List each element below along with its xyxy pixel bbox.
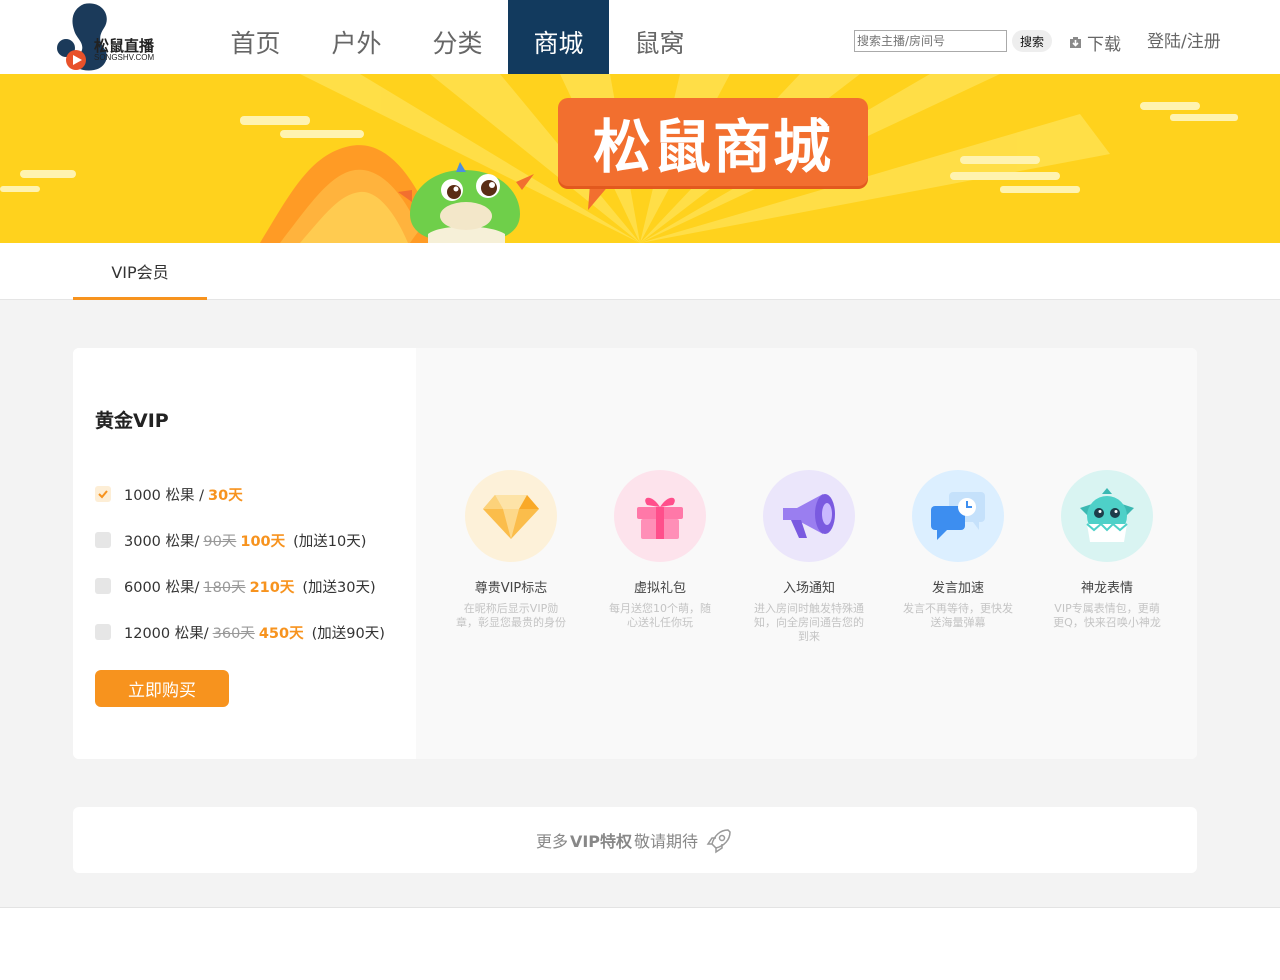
benefit-description: 在昵称后显示VIP勋章，彰显您最贵的身份 [456,602,566,629]
main-content: 黄金VIP 1000 松果 / 30天 3000 松果/ 90天 100天 (加… [0,300,1280,908]
more-prefix: 更多 [535,832,568,851]
search-button[interactable]: 搜索 [1012,30,1052,52]
vip-option-1[interactable]: 1000 松果 / 30天 [95,484,251,504]
checkbox[interactable] [95,532,111,548]
vip-option-4[interactable]: 12000 松果/ 360天 450天 (加送90天) [95,622,385,642]
mall-tabs: VIP会员 [0,243,1280,300]
checkmark-icon [98,490,108,499]
header: 松鼠直播 SONGSHV.COM 首页 户外 分类 商城 鼠窝 搜索 下载 登陆… [0,0,1280,74]
benefit-title: 发言加速 [931,581,984,596]
option-price: 6000 松果/ [124,579,200,596]
option-original-days: 90天 [203,533,237,550]
rocket-icon [706,829,731,854]
vip-title: 黄金VIP [95,410,169,432]
login-register-link[interactable]: 登陆/注册 [1147,30,1221,54]
option-price: 3000 松果/ [124,533,200,550]
benefit-gift-pack: 虚拟礼包 每月送您10个萌，随心送礼任你玩 [605,470,715,630]
tab-vip-member[interactable]: VIP会员 [73,243,207,300]
benefit-speak-speedup: 发言加速 发言不再等待，更快发送海量弹幕 [903,470,1013,630]
dragon-icon [1061,470,1153,562]
nav-mall[interactable]: 商城 [508,0,609,74]
benefit-description: 进入房间时触发特殊通知，向全房间通告您的到来 [754,602,864,643]
option-days: 210天 [249,579,295,596]
download-label: 下载 [1087,34,1121,55]
checkbox[interactable] [95,624,111,640]
chat-clock-icon [912,470,1004,562]
vip-purchase-panel: 黄金VIP 1000 松果 / 30天 3000 松果/ 90天 100天 (加… [73,348,416,759]
banner-title: 松鼠商城 [558,98,868,186]
option-bonus: (加送90天) [311,625,385,642]
more-suffix: 敬请期待 [634,832,699,851]
option-days: 30天 [208,487,243,504]
option-bonus: (加送30天) [302,579,376,596]
buy-now-button[interactable]: 立即购买 [95,670,229,707]
benefit-title: 神龙表情 [1080,581,1133,596]
checkbox[interactable] [95,578,111,594]
option-price: 12000 松果/ [124,625,209,642]
logo[interactable]: 松鼠直播 SONGSHV.COM [54,2,166,72]
benefit-title: 入场通知 [782,581,835,596]
option-original-days: 360天 [212,625,255,642]
nav-home[interactable]: 首页 [205,0,306,74]
vip-option-2[interactable]: 3000 松果/ 90天 100天 (加送10天) [95,530,366,550]
megaphone-icon [763,470,855,562]
more-highlight: VIP特权 [569,832,633,851]
download-icon [1070,36,1081,48]
benefit-title: 尊贵VIP标志 [474,581,548,596]
benefit-description: 发言不再等待，更快发送海量弹幕 [903,602,1013,629]
nav-outdoor[interactable]: 户外 [306,0,407,74]
main-nav: 首页 户外 分类 商城 鼠窝 [205,0,710,74]
option-days: 450天 [258,625,304,642]
more-vip-coming-soon: 更多 VIP特权 敬请期待 [73,807,1197,873]
benefit-description: VIP专属表情包，更萌更Q，快来召唤小神龙 [1053,602,1161,629]
nav-category[interactable]: 分类 [407,0,508,74]
logo-subtext: SONGSHV.COM [94,53,155,62]
benefit-entry-notice: 入场通知 进入房间时触发特殊通知，向全房间通告您的到来 [754,470,864,644]
option-original-days: 180天 [203,579,246,596]
diamond-icon [465,470,557,562]
nav-nest[interactable]: 鼠窝 [609,0,710,74]
vip-card: 黄金VIP 1000 松果 / 30天 3000 松果/ 90天 100天 (加… [73,348,1197,759]
option-days: 100天 [240,533,286,550]
benefit-description: 每月送您10个萌，随心送礼任你玩 [609,602,711,629]
benefit-dragon-emoji: 神龙表情 VIP专属表情包，更萌更Q，快来召唤小神龙 [1052,470,1162,630]
download-link[interactable]: 下载 [1068,30,1121,55]
mall-banner: 松鼠商城 [0,74,1280,243]
benefit-vip-badge: 尊贵VIP标志 在昵称后显示VIP勋章，彰显您最贵的身份 [456,470,566,630]
benefit-title: 虚拟礼包 [633,581,686,596]
gift-icon [614,470,706,562]
option-bonus: (加送10天) [293,533,367,550]
vip-benefits-panel: 尊贵VIP标志 在昵称后显示VIP勋章，彰显您最贵的身份 虚拟礼包 每月送您10… [416,348,1197,759]
option-price: 1000 松果 / [124,487,205,504]
vip-option-3[interactable]: 6000 松果/ 180天 210天 (加送30天) [95,576,376,596]
search-input[interactable] [854,30,1007,52]
checkbox-checked[interactable] [95,486,111,502]
